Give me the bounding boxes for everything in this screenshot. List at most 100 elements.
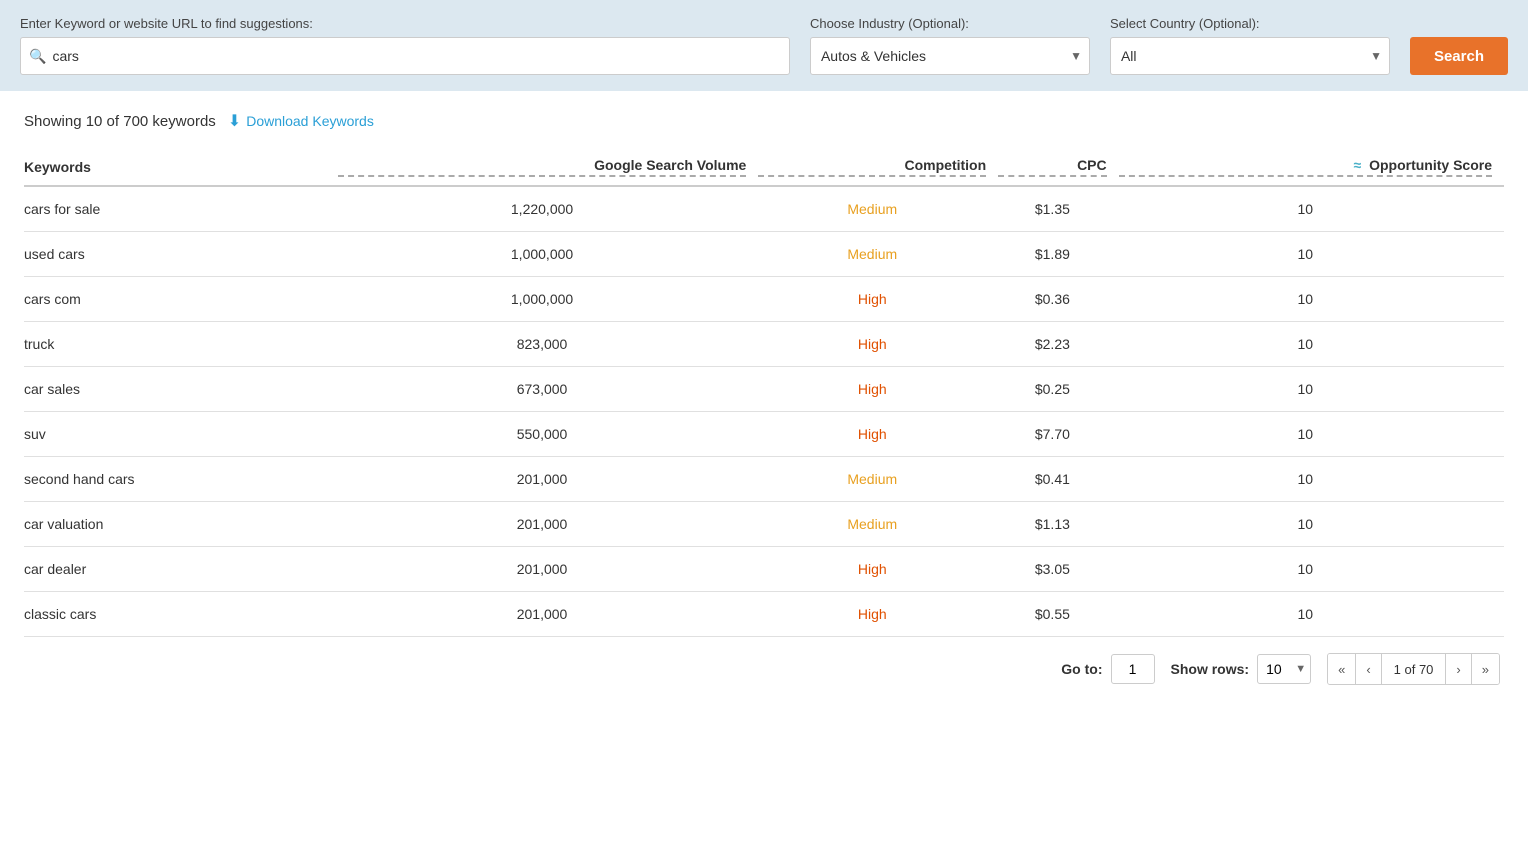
cell-keyword: used cars <box>24 232 338 277</box>
table-header-row: Keywords Google Search Volume Competitio… <box>24 147 1504 186</box>
cell-competition: High <box>758 547 998 592</box>
prev-page-button[interactable]: ‹ <box>1356 654 1381 684</box>
cell-keyword: suv <box>24 412 338 457</box>
search-button[interactable]: Search <box>1410 37 1508 75</box>
cell-cpc: $0.41 <box>998 457 1118 502</box>
table-row: cars for sale 1,220,000 Medium $1.35 10 <box>24 186 1504 232</box>
cell-cpc: $0.55 <box>998 592 1118 637</box>
pagination-row: Go to: Show rows: 10 25 50 100 ▼ « ‹ 1 o… <box>24 653 1504 685</box>
cell-opportunity: 10 <box>1119 186 1504 232</box>
summary-bar: Showing 10 of 700 keywords ⬇ Download Ke… <box>24 111 1504 131</box>
page-info: 1 of 70 <box>1382 654 1447 684</box>
cell-competition: Medium <box>758 502 998 547</box>
showrows-select-wrap: 10 25 50 100 ▼ <box>1257 654 1311 684</box>
cell-cpc: $1.89 <box>998 232 1118 277</box>
cell-competition: High <box>758 277 998 322</box>
country-label: Select Country (Optional): <box>1110 16 1390 31</box>
cell-volume: 1,220,000 <box>338 186 759 232</box>
cell-competition: High <box>758 367 998 412</box>
industry-group: Choose Industry (Optional): Autos & Vehi… <box>810 16 1090 75</box>
cell-keyword: cars com <box>24 277 338 322</box>
cell-volume: 1,000,000 <box>338 277 759 322</box>
cell-cpc: $2.23 <box>998 322 1118 367</box>
cell-competition: Medium <box>758 186 998 232</box>
next-page-button[interactable]: › <box>1446 654 1471 684</box>
cell-volume: 550,000 <box>338 412 759 457</box>
col-keywords: Keywords <box>24 147 338 186</box>
search-icon: 🔍 <box>29 48 46 65</box>
cell-cpc: $1.13 <box>998 502 1118 547</box>
table-row: classic cars 201,000 High $0.55 10 <box>24 592 1504 637</box>
opportunity-waves-icon: ≈ <box>1354 157 1362 173</box>
col-competition: Competition <box>758 147 998 186</box>
cell-keyword: cars for sale <box>24 186 338 232</box>
cell-competition: Medium <box>758 457 998 502</box>
content-area: Showing 10 of 700 keywords ⬇ Download Ke… <box>0 91 1528 705</box>
last-page-button[interactable]: » <box>1472 654 1499 684</box>
cell-keyword: car valuation <box>24 502 338 547</box>
cell-volume: 1,000,000 <box>338 232 759 277</box>
cell-cpc: $1.35 <box>998 186 1118 232</box>
cell-volume: 823,000 <box>338 322 759 367</box>
cell-volume: 201,000 <box>338 547 759 592</box>
cell-volume: 201,000 <box>338 502 759 547</box>
keywords-table: Keywords Google Search Volume Competitio… <box>24 147 1504 637</box>
cell-opportunity: 10 <box>1119 547 1504 592</box>
keyword-input[interactable] <box>52 48 781 64</box>
keyword-input-wrapper: 🔍 <box>20 37 790 75</box>
cell-opportunity: 10 <box>1119 322 1504 367</box>
keyword-label: Enter Keyword or website URL to find sug… <box>20 16 790 31</box>
cell-volume: 201,000 <box>338 592 759 637</box>
col-volume: Google Search Volume <box>338 147 759 186</box>
cell-keyword: car dealer <box>24 547 338 592</box>
table-row: truck 823,000 High $2.23 10 <box>24 322 1504 367</box>
cell-keyword: truck <box>24 322 338 367</box>
country-select[interactable]: All United States United Kingdom Canada … <box>1110 37 1390 75</box>
goto-input[interactable] <box>1111 654 1155 684</box>
cell-competition: Medium <box>758 232 998 277</box>
goto-label: Go to: <box>1061 661 1102 677</box>
industry-label: Choose Industry (Optional): <box>810 16 1090 31</box>
cell-cpc: $3.05 <box>998 547 1118 592</box>
table-row: cars com 1,000,000 High $0.36 10 <box>24 277 1504 322</box>
cell-opportunity: 10 <box>1119 232 1504 277</box>
cell-opportunity: 10 <box>1119 502 1504 547</box>
table-row: car dealer 201,000 High $3.05 10 <box>24 547 1504 592</box>
table-row: car valuation 201,000 Medium $1.13 10 <box>24 502 1504 547</box>
summary-text: Showing 10 of 700 keywords <box>24 113 216 130</box>
col-opportunity: ≈ Opportunity Score <box>1119 147 1504 186</box>
download-keywords-link[interactable]: ⬇ Download Keywords <box>228 111 374 131</box>
cell-opportunity: 10 <box>1119 592 1504 637</box>
showrows-label: Show rows: <box>1171 661 1250 677</box>
industry-select-wrap: Autos & Vehicles All Industries Business… <box>810 37 1090 75</box>
download-icon: ⬇ <box>228 111 241 131</box>
cell-competition: High <box>758 322 998 367</box>
cell-opportunity: 10 <box>1119 457 1504 502</box>
showrows-group: Show rows: 10 25 50 100 ▼ <box>1171 654 1312 684</box>
cell-cpc: $0.25 <box>998 367 1118 412</box>
goto-group: Go to: <box>1061 654 1154 684</box>
table-row: second hand cars 201,000 Medium $0.41 10 <box>24 457 1504 502</box>
cell-volume: 673,000 <box>338 367 759 412</box>
country-select-wrap: All United States United Kingdom Canada … <box>1110 37 1390 75</box>
country-group: Select Country (Optional): All United St… <box>1110 16 1390 75</box>
cell-opportunity: 10 <box>1119 367 1504 412</box>
cell-volume: 201,000 <box>338 457 759 502</box>
showrows-select[interactable]: 10 25 50 100 <box>1257 654 1311 684</box>
cell-keyword: second hand cars <box>24 457 338 502</box>
cell-keyword: classic cars <box>24 592 338 637</box>
cell-competition: High <box>758 592 998 637</box>
cell-keyword: car sales <box>24 367 338 412</box>
cell-opportunity: 10 <box>1119 277 1504 322</box>
table-row: used cars 1,000,000 Medium $1.89 10 <box>24 232 1504 277</box>
table-row: car sales 673,000 High $0.25 10 <box>24 367 1504 412</box>
industry-select[interactable]: Autos & Vehicles All Industries Business… <box>810 37 1090 75</box>
keyword-group: Enter Keyword or website URL to find sug… <box>20 16 790 75</box>
first-page-button[interactable]: « <box>1328 654 1356 684</box>
col-cpc: CPC <box>998 147 1118 186</box>
download-label: Download Keywords <box>246 113 374 129</box>
page-nav: « ‹ 1 of 70 › » <box>1327 653 1500 685</box>
cell-opportunity: 10 <box>1119 412 1504 457</box>
cell-cpc: $0.36 <box>998 277 1118 322</box>
cell-competition: High <box>758 412 998 457</box>
